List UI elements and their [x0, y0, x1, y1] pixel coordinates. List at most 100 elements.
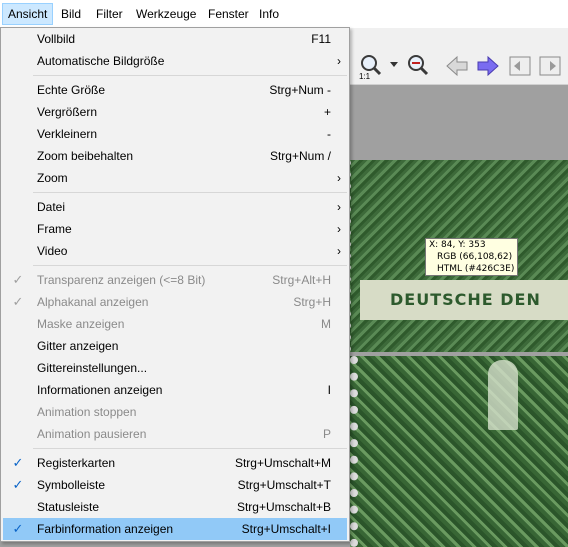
- color-info-tooltip: X: 84, Y: 353 RGB (66,108,62) HTML (#426…: [425, 238, 518, 276]
- zoom-dropdown-button[interactable]: [388, 52, 400, 80]
- menu-item-echte-groesse[interactable]: Echte Größe Strg+Num -: [3, 79, 347, 101]
- submenu-arrow-icon: ›: [337, 244, 341, 258]
- menu-item-label: Informationen anzeigen: [37, 383, 163, 397]
- menu-item-label: Registerkarten: [37, 456, 116, 470]
- menu-item-label: Farbinformation anzeigen: [37, 522, 174, 536]
- menu-item-label: Symbolleiste: [37, 478, 106, 492]
- menu-item-label: Verkleinern: [37, 127, 98, 141]
- menu-item-automatische-bildgroesse[interactable]: Automatische Bildgröße ›: [3, 50, 347, 72]
- ansicht-dropdown-menu: Vollbild F11 Automatische Bildgröße › Ec…: [0, 27, 350, 542]
- check-icon: ✓: [12, 455, 24, 470]
- dropdown-arrow-icon: [390, 62, 398, 67]
- stamp-image-lower: [350, 356, 568, 547]
- page-forward-icon: [539, 56, 561, 76]
- next-image-button[interactable]: [474, 52, 502, 80]
- zoom-ratio-label: 1:1: [359, 72, 371, 80]
- menu-item-label: Transparenz anzeigen (<=8 Bit): [37, 273, 206, 287]
- stamp-inscription: DEUTSCHE DEN: [360, 280, 568, 320]
- check-icon: ✓: [12, 272, 24, 287]
- menu-item-shortcut: Strg+Umschalt+B: [236, 500, 331, 514]
- zoom-out-icon: [408, 55, 429, 76]
- submenu-arrow-icon: ›: [337, 222, 341, 236]
- menu-item-datei[interactable]: Datei ›: [3, 196, 347, 218]
- menu-item-label: Zoom: [37, 171, 68, 185]
- submenu-arrow-icon: ›: [337, 200, 341, 214]
- menu-item-shortcut: M: [321, 317, 331, 331]
- submenu-arrow-icon: ›: [337, 171, 341, 185]
- tooltip-rgb: RGB (66,108,62): [437, 252, 513, 262]
- menu-info[interactable]: Info: [254, 4, 284, 24]
- menu-separator: [33, 448, 347, 449]
- menu-item-vollbild[interactable]: Vollbild F11: [3, 28, 347, 50]
- menu-item-frame[interactable]: Frame ›: [3, 218, 347, 240]
- arrow-left-icon: [446, 55, 468, 77]
- menu-item-label: Alphakanal anzeigen: [37, 295, 149, 309]
- menu-item-label: Gittereinstellungen...: [37, 361, 148, 375]
- menu-item-statusleiste[interactable]: Statusleiste Strg+Umschalt+B: [3, 496, 347, 518]
- menu-item-shortcut: Strg+Alt+H: [272, 273, 331, 287]
- menu-item-shortcut: Strg+Umschalt+I: [241, 522, 331, 536]
- menu-fenster[interactable]: Fenster: [203, 4, 254, 24]
- menu-item-zoom-beibehalten[interactable]: Zoom beibehalten Strg+Num /: [3, 145, 347, 167]
- menu-item-maske-anzeigen[interactable]: Maske anzeigen M: [3, 313, 347, 335]
- menu-separator: [33, 192, 347, 193]
- menu-item-verkleinern[interactable]: Verkleinern -: [3, 123, 347, 145]
- menu-item-shortcut: Strg+Num /: [269, 149, 331, 163]
- menu-item-shortcut: I: [327, 383, 331, 397]
- menu-separator: [33, 265, 347, 266]
- arrow-right-icon: [477, 55, 499, 77]
- menu-item-vergroessern[interactable]: Vergrößern +: [3, 101, 347, 123]
- menu-bar: Ansicht Bild Filter Werkzeuge Fenster In…: [0, 0, 568, 29]
- menu-item-alphakanal-anzeigen[interactable]: ✓ Alphakanal anzeigen Strg+H: [3, 291, 347, 313]
- menu-separator: [33, 75, 347, 76]
- menu-item-shortcut: Strg+Umschalt+M: [234, 456, 331, 470]
- tooltip-coords: X: 84, Y: 353: [429, 240, 486, 250]
- check-icon: ✓: [12, 294, 24, 309]
- menu-item-gittereinstellungen[interactable]: Gittereinstellungen...: [3, 357, 347, 379]
- next-page-button[interactable]: [536, 52, 564, 80]
- menu-item-label: Zoom beibehalten: [37, 149, 134, 163]
- menu-item-animation-pausieren[interactable]: Animation pausieren P: [3, 423, 347, 445]
- menu-item-label: Automatische Bildgröße: [37, 54, 165, 68]
- menu-item-label: Datei: [37, 200, 66, 214]
- menu-item-label: Gitter anzeigen: [37, 339, 119, 353]
- tooltip-html: HTML (#426C3E): [437, 264, 515, 274]
- menu-item-label: Animation stoppen: [37, 405, 137, 419]
- menu-item-gitter-anzeigen[interactable]: Gitter anzeigen: [3, 335, 347, 357]
- menu-werkzeuge[interactable]: Werkzeuge: [131, 4, 201, 24]
- menu-item-symbolleiste[interactable]: ✓ Symbolleiste Strg+Umschalt+T: [3, 474, 347, 496]
- menu-item-label: Echte Größe: [37, 83, 106, 97]
- menu-item-label: Video: [37, 244, 68, 258]
- check-icon: ✓: [12, 521, 24, 536]
- menu-item-shortcut: Strg+Num -: [269, 83, 331, 97]
- zoom-actual-size-button[interactable]: 1:1: [358, 52, 386, 81]
- menu-item-label: Vollbild: [37, 32, 76, 46]
- menu-bild[interactable]: Bild: [56, 4, 86, 24]
- menu-item-shortcut: Strg+Umschalt+T: [237, 478, 331, 492]
- zoom-out-button[interactable]: [405, 52, 433, 80]
- menu-item-shortcut: -: [327, 127, 331, 141]
- previous-image-button[interactable]: [443, 52, 471, 80]
- menu-item-label: Statusleiste: [37, 500, 100, 514]
- menu-item-shortcut: P: [322, 427, 331, 441]
- menu-item-label: Frame: [37, 222, 72, 236]
- stamp-tower-detail: [488, 360, 518, 430]
- page-back-icon: [509, 56, 531, 76]
- menu-filter[interactable]: Filter: [91, 4, 128, 24]
- submenu-arrow-icon: ›: [337, 54, 341, 68]
- menu-item-shortcut: Strg+H: [293, 295, 331, 309]
- menu-item-animation-stoppen[interactable]: Animation stoppen: [3, 401, 347, 423]
- menu-item-farbinformation-anzeigen[interactable]: ✓ Farbinformation anzeigen Strg+Umschalt…: [3, 518, 347, 540]
- menu-item-transparenz-anzeigen[interactable]: ✓ Transparenz anzeigen (<=8 Bit) Strg+Al…: [3, 269, 347, 291]
- menu-item-shortcut: F11: [311, 32, 331, 46]
- menu-ansicht[interactable]: Ansicht: [2, 3, 54, 25]
- menu-item-label: Maske anzeigen: [37, 317, 125, 331]
- menu-item-zoom[interactable]: Zoom ›: [3, 167, 347, 189]
- menu-item-video[interactable]: Video ›: [3, 240, 347, 262]
- menu-item-registerkarten[interactable]: ✓ Registerkarten Strg+Umschalt+M: [3, 452, 347, 474]
- menu-item-shortcut: +: [323, 105, 331, 119]
- menu-item-informationen-anzeigen[interactable]: Informationen anzeigen I: [3, 379, 347, 401]
- first-page-button[interactable]: [506, 52, 534, 80]
- menu-item-label: Animation pausieren: [37, 427, 147, 441]
- menu-item-label: Vergrößern: [37, 105, 98, 119]
